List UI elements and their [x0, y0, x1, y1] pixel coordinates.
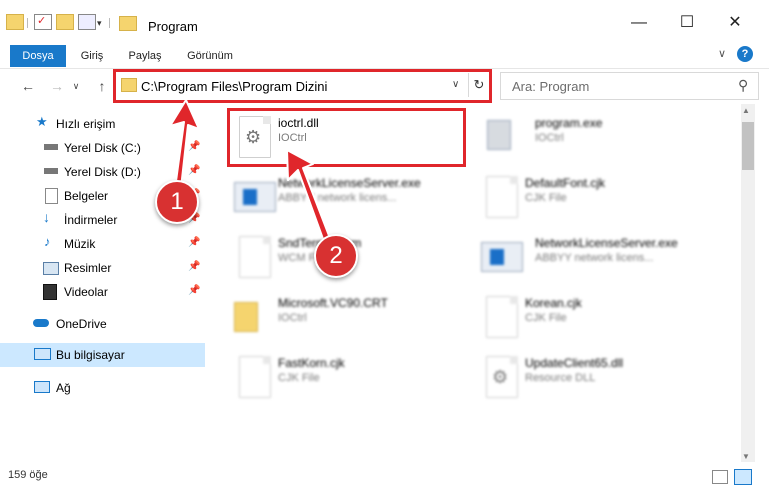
step-marker-2: 2	[314, 234, 358, 278]
step-marker-1: 1	[155, 180, 199, 224]
annotation-arrows	[169, 99, 334, 251]
